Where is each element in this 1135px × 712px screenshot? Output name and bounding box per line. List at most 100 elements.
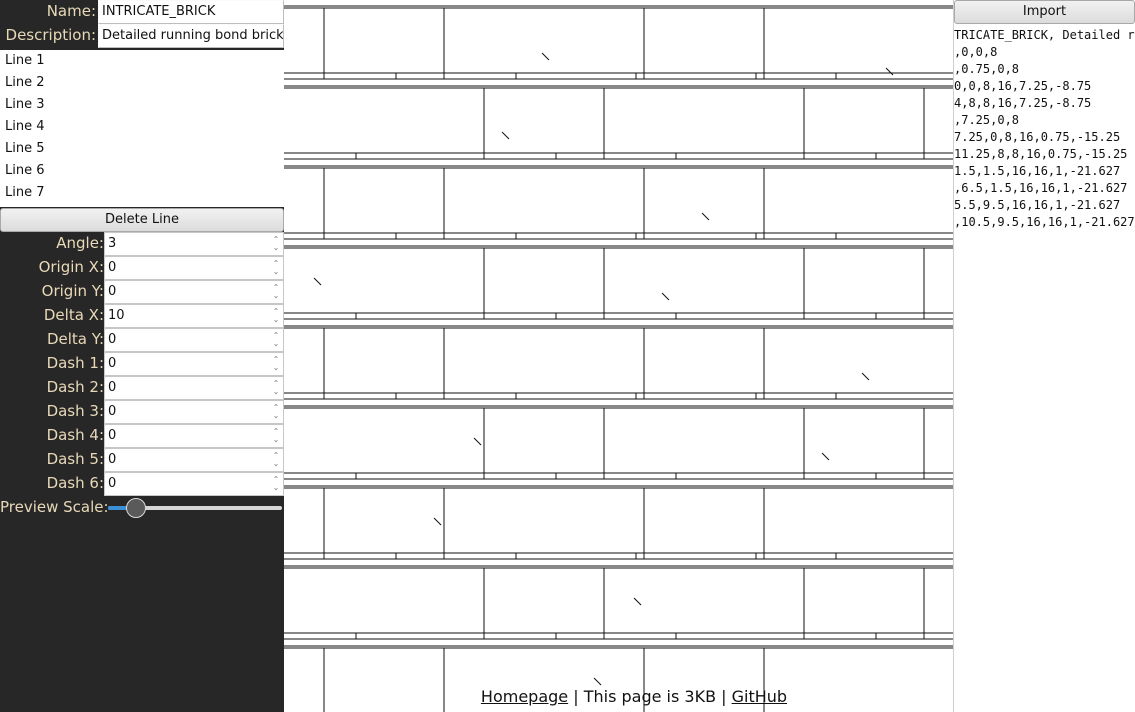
spinner-arrows-icon[interactable]: ⌃ ⌄ (271, 452, 281, 468)
param-number-input[interactable]: 0 ⌃ ⌄ (104, 472, 284, 496)
spinner-arrows-icon[interactable]: ⌃ ⌄ (271, 404, 281, 420)
pat-text-line: 7.25,0,8,16,0.75,-15.25 (954, 130, 1121, 144)
pat-text-line: TRICATE_BRICK, Detailed r (954, 28, 1135, 42)
line-list-item[interactable]: Line 4 (0, 116, 284, 138)
param-label: Delta Y: (46, 330, 104, 348)
spinner-arrows-icon[interactable]: ⌃ ⌄ (271, 332, 281, 348)
brick-texture-mark (473, 437, 482, 446)
param-label: Angle: (56, 234, 104, 252)
param-number-input[interactable]: 0 ⌃ ⌄ (104, 400, 284, 424)
param-number-input[interactable]: 0 ⌃ ⌄ (104, 280, 284, 304)
pat-text-line: 11.25,8,8,16,0.75,-15.25 (954, 147, 1128, 161)
description-label: Description: (5, 26, 96, 44)
pat-text-line: 1.5,1.5,16,16,1,-21.627 (954, 164, 1121, 178)
param-row: Origin X: 0 ⌃ ⌄ (0, 256, 284, 280)
param-number-input[interactable]: 0 ⌃ ⌄ (104, 256, 284, 280)
name-label: Name: (46, 2, 96, 20)
pattern-preview (284, 0, 954, 712)
spinner-arrows-icon[interactable]: ⌃ ⌄ (271, 380, 281, 396)
line-list-item[interactable]: Line 2 (0, 72, 284, 94)
param-number-input[interactable]: 0 ⌃ ⌄ (104, 328, 284, 352)
spinner-arrows-icon[interactable]: ⌃ ⌄ (271, 236, 281, 252)
param-number-input[interactable]: 3 ⌃ ⌄ (104, 232, 284, 256)
pat-text-line: ,6.5,1.5,16,16,1,-21.627 (954, 181, 1128, 195)
pat-text-line: ,0.75,0,8 (954, 62, 1020, 76)
brick-texture-mark (861, 372, 870, 381)
spinner-arrows-icon[interactable]: ⌃ ⌄ (271, 308, 281, 324)
param-number-input[interactable]: 0 ⌃ ⌄ (104, 424, 284, 448)
param-value: 0 (108, 284, 117, 299)
description-input[interactable]: Detailed running bond brick p (98, 24, 284, 48)
param-number-input[interactable]: 10 ⌃ ⌄ (104, 304, 284, 328)
spinner-arrows-icon[interactable]: ⌃ ⌄ (271, 284, 281, 300)
preview-scale-label: Preview Scale: (0, 498, 109, 516)
pattern-preview-canvas (284, 5, 953, 712)
delete-line-button[interactable]: Delete Line (0, 208, 284, 232)
line-list-item[interactable]: Line 6 (0, 160, 284, 182)
param-row: Dash 5: 0 ⌃ ⌄ (0, 448, 284, 472)
param-row: Delta Y: 0 ⌃ ⌄ (0, 328, 284, 352)
param-label: Dash 3: (46, 402, 104, 420)
pat-text-line: ,0,0,8 (954, 45, 998, 59)
line-list-item[interactable]: Line 7 (0, 182, 284, 204)
pattern-editor-panel: Name: INTRICATE_BRICK Description: Detai… (0, 0, 284, 712)
brick-texture-mark (661, 292, 670, 301)
param-number-input[interactable]: 0 ⌃ ⌄ (104, 376, 284, 400)
param-value: 0 (108, 476, 117, 491)
spinner-arrows-icon[interactable]: ⌃ ⌄ (271, 260, 281, 276)
brick-texture-mark (701, 212, 710, 221)
pat-text-area[interactable]: TRICATE_BRICK, Detailed r ,0,0,8 ,0.75,0,8… (954, 27, 1135, 231)
description-row: Description: Detailed running bond brick… (0, 24, 284, 48)
brick-texture-mark (593, 677, 602, 686)
param-label: Dash 1: (46, 354, 104, 372)
import-button[interactable]: Import (954, 0, 1135, 24)
param-value: 10 (108, 308, 125, 323)
name-input[interactable]: INTRICATE_BRICK (98, 0, 284, 24)
brick-texture-mark (821, 452, 830, 461)
param-label: Dash 6: (46, 474, 104, 492)
spinner-arrows-icon[interactable]: ⌃ ⌄ (271, 428, 281, 444)
homepage-link[interactable]: Homepage (481, 687, 568, 706)
pat-text-line: ,10.5,9.5,16,16,1,-21.627 (954, 215, 1135, 229)
param-label: Dash 4: (46, 426, 104, 444)
param-label: Dash 5: (46, 450, 104, 468)
line-list-item[interactable]: Line 3 (0, 94, 284, 116)
pat-text-line: 0,0,8,16,7.25,-8.75 (954, 79, 1092, 93)
param-number-input[interactable]: 0 ⌃ ⌄ (104, 448, 284, 472)
param-value: 0 (108, 332, 117, 347)
param-label: Delta X: (43, 306, 104, 324)
footer-separator: | (716, 687, 732, 706)
param-row: Dash 1: 0 ⌃ ⌄ (0, 352, 284, 376)
line-list-item[interactable]: Line 5 (0, 138, 284, 160)
spinner-arrows-icon[interactable]: ⌃ ⌄ (271, 476, 281, 492)
param-value: 0 (108, 260, 117, 275)
footer: Homepage | This page is 3KB | GitHub (284, 687, 984, 706)
github-link[interactable]: GitHub (732, 687, 787, 706)
param-row: Dash 2: 0 ⌃ ⌄ (0, 376, 284, 400)
pat-text-line: 5.5,9.5,16,16,1,-21.627 (954, 198, 1121, 212)
line-list-item[interactable]: Line 1 (0, 50, 284, 72)
brick-texture-mark (501, 131, 510, 140)
app-window: Name: INTRICATE_BRICK Description: Detai… (0, 0, 1135, 712)
pat-text-line: ,7.25,0,8 (954, 113, 1020, 127)
brick-texture-mark (541, 52, 550, 61)
preview-scale-thumb[interactable] (125, 498, 146, 518)
param-value: 0 (108, 428, 117, 443)
param-row: Dash 6: 0 ⌃ ⌄ (0, 472, 284, 496)
footer-separator: | (568, 687, 584, 706)
pat-text-line: 4,8,8,16,7.25,-8.75 (954, 96, 1092, 110)
param-value: 3 (108, 236, 117, 251)
brick-texture-mark (313, 277, 322, 286)
param-row: Dash 3: 0 ⌃ ⌄ (0, 400, 284, 424)
spinner-arrows-icon[interactable]: ⌃ ⌄ (271, 356, 281, 372)
param-value: 0 (108, 404, 117, 419)
line-list[interactable]: Line 1 Line 2 Line 3 Line 4 Line 5 Line 6 Line… (0, 50, 284, 207)
param-row: Angle: 3 ⌃ ⌄ (0, 232, 284, 256)
param-value: 0 (108, 380, 117, 395)
param-label: Origin Y: (41, 282, 104, 300)
param-value: 0 (108, 356, 117, 371)
name-row: Name: INTRICATE_BRICK (0, 0, 284, 24)
param-number-input[interactable]: 0 ⌃ ⌄ (104, 352, 284, 376)
pat-output-panel: Import TRICATE_BRICK, Detailed r ,0,0,8 ,0… (954, 0, 1135, 712)
param-row: Dash 4: 0 ⌃ ⌄ (0, 424, 284, 448)
